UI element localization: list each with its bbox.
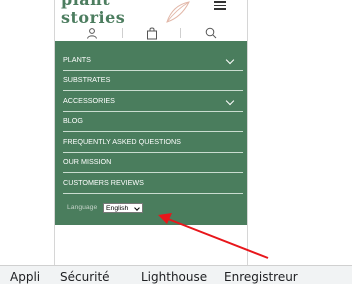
devtools-tab-enregistreur[interactable]: Enregistreur bbox=[224, 270, 298, 284]
devtools-tab-bar: Appli Sécurité Lighthouse Enregistreur bbox=[0, 265, 352, 284]
devtools-tab-lighthouse[interactable]: Lighthouse bbox=[141, 270, 207, 284]
annotation-arrow bbox=[158, 213, 269, 259]
devtools-tab-securite[interactable]: Sécurité bbox=[60, 270, 110, 284]
devtools-tab-appli[interactable]: Appli bbox=[10, 270, 40, 284]
